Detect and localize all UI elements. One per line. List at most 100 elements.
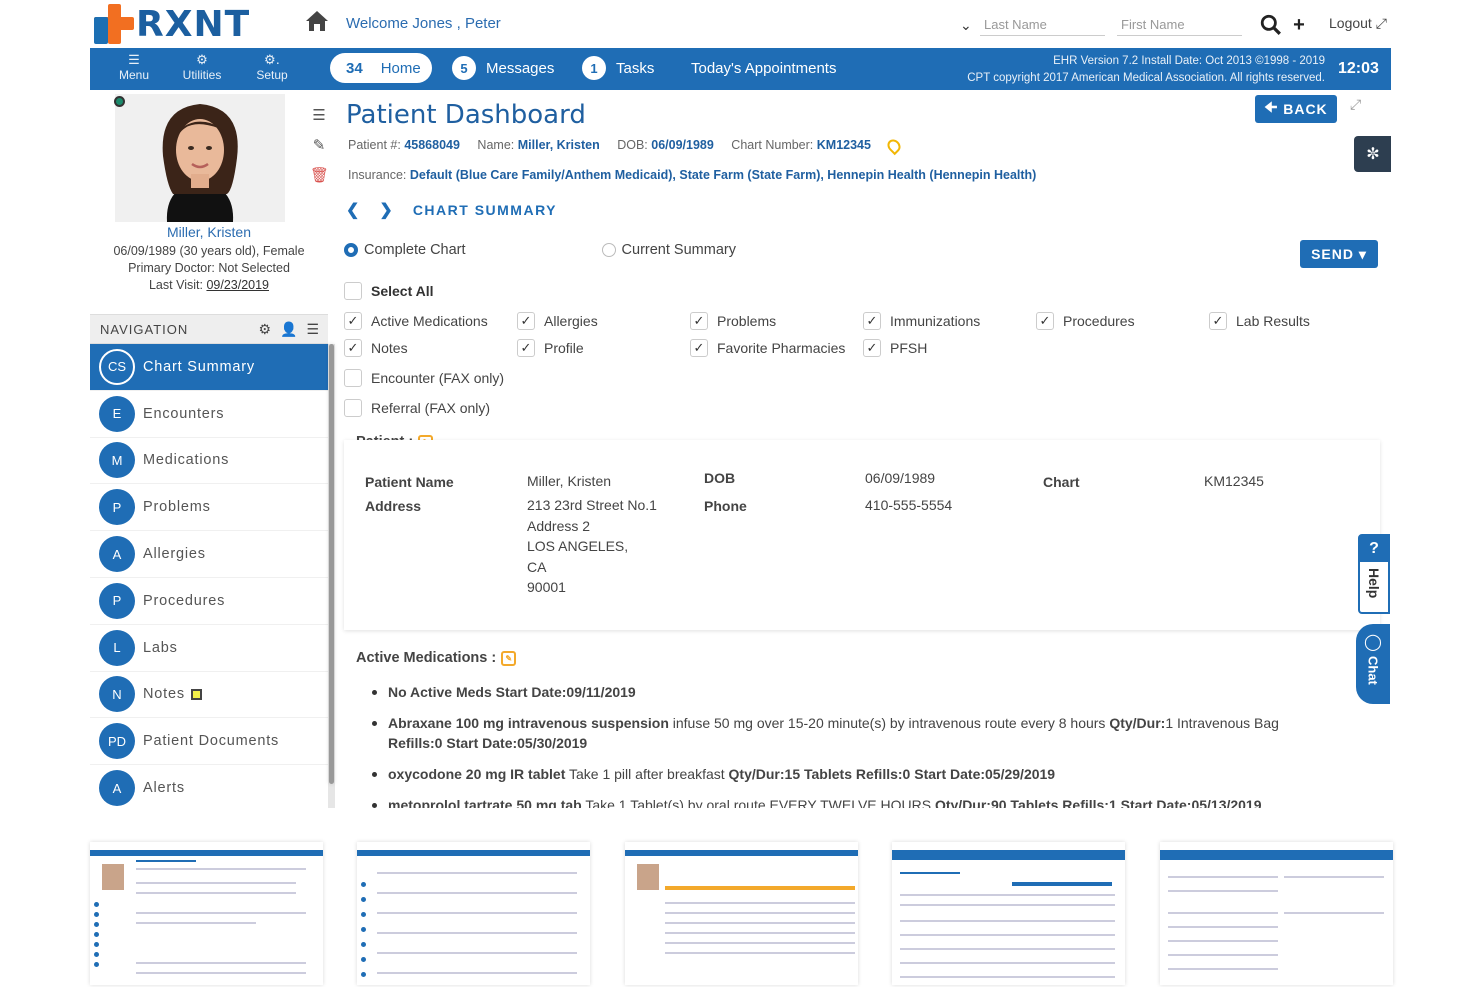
checkbox-checked[interactable]: ✓ [690, 339, 708, 357]
nav-item-labs[interactable]: L Labs [90, 624, 328, 672]
checkbox-checked[interactable]: ✓ [344, 312, 362, 330]
back-button[interactable]: 🠈 BACK [1255, 95, 1337, 123]
thumbnail-messages[interactable] [357, 842, 590, 985]
dob-value: 06/09/1989 [865, 470, 936, 486]
check-label: Notes [371, 340, 408, 356]
check-problems[interactable]: ✓ Problems [690, 312, 776, 330]
list-icon[interactable]: ☰ [306, 321, 319, 338]
chart-mode-radio: Complete Chart Current Summary [344, 242, 736, 258]
checkbox-checked[interactable]: ✓ [863, 312, 881, 330]
checkbox-checked[interactable]: ✓ [517, 339, 535, 357]
utilities-button[interactable]: ⚙ Utilities [172, 52, 232, 82]
check-pfsh[interactable]: ✓ PFSH [863, 339, 927, 357]
home-icon[interactable] [304, 8, 330, 34]
checkbox[interactable] [344, 399, 362, 417]
thumbnail-medications[interactable] [625, 842, 858, 985]
nav-badge: N [99, 676, 135, 713]
current-summary-label[interactable]: Current Summary [622, 242, 736, 258]
nav-item-alerts[interactable]: A Alerts [90, 765, 328, 808]
address-line: 90001 [527, 579, 566, 595]
nav-item-procedures[interactable]: P Procedures [90, 577, 328, 625]
nav-item-allergies[interactable]: A Allergies [90, 531, 328, 578]
location-pin-icon[interactable] [885, 136, 904, 155]
nav-item-encounters[interactable]: E Encounters [90, 390, 328, 438]
medication-item: oxycodone 20 mg IR tablet Take 1 pill af… [372, 764, 1340, 784]
checkbox[interactable] [344, 282, 362, 300]
check-procedures[interactable]: ✓ Procedures [1036, 312, 1135, 330]
help-tab[interactable]: ? Help [1358, 534, 1390, 614]
last-visit-link[interactable]: 09/23/2019 [206, 278, 269, 292]
send-button[interactable]: SEND ▾ [1300, 240, 1378, 268]
logout-arrow-icon: ⤢ [1375, 15, 1387, 31]
logout-link[interactable]: Logout ⤢ [1329, 15, 1387, 32]
home-tab[interactable]: 34 Home [330, 53, 432, 83]
check-active-medications[interactable]: ✓ Active Medications [344, 312, 488, 330]
checkbox-checked[interactable]: ✓ [1036, 312, 1054, 330]
address-value: 213 23rd Street No.1 Address 2 LOS ANGEL… [527, 495, 657, 598]
check-favorite-pharmacies[interactable]: ✓ Favorite Pharmacies [690, 339, 845, 357]
todays-appointments-tab[interactable]: Today's Appointments [691, 53, 836, 83]
check-allergies[interactable]: ✓ Allergies [517, 312, 598, 330]
first-name-input[interactable] [1117, 14, 1242, 36]
med-qty: 1 Intravenous Bag [1165, 715, 1279, 731]
checkbox-checked[interactable]: ✓ [1209, 312, 1227, 330]
nav-item-medications[interactable]: M Medications [90, 437, 328, 485]
nav-item-problems[interactable]: P Problems [90, 484, 328, 532]
nav-badge: P [99, 489, 135, 526]
thumbnail-patient-portal[interactable] [1160, 842, 1393, 985]
tasks-tab[interactable]: 1 Tasks [582, 53, 654, 83]
phone-value: 410-555-5554 [865, 497, 953, 513]
expand-icon[interactable]: ⤢ [1350, 96, 1361, 113]
med-name: oxycodone 20 mg IR tablet [388, 766, 566, 782]
patient-photo [115, 94, 285, 222]
select-all-checkbox[interactable]: Select All [344, 282, 434, 300]
complete-chart-radio[interactable] [344, 243, 358, 257]
nav-label: Alerts [143, 780, 185, 797]
checkbox-checked[interactable]: ✓ [344, 339, 362, 357]
med-sig: Take 1 pill after breakfast [565, 766, 729, 782]
messages-tab[interactable]: 5 Messages [452, 53, 554, 83]
gear-icon[interactable]: ⚙ [258, 321, 271, 338]
nav-item-notes[interactable]: N Notes [90, 671, 328, 719]
current-summary-radio[interactable] [601, 243, 616, 257]
check-label: Referral (FAX only) [371, 400, 491, 416]
edit-icon[interactable]: ✎ [501, 650, 517, 666]
checkbox-checked[interactable]: ✓ [863, 339, 881, 357]
chevron-right-icon[interactable]: ❯ [379, 200, 392, 220]
edit-icon[interactable]: ✎ [310, 136, 328, 166]
patient-name[interactable]: Miller, Kristen [90, 224, 328, 240]
thumbnail-chart-summary[interactable] [90, 842, 323, 985]
last-name-input[interactable] [980, 14, 1105, 36]
checkbox-checked[interactable]: ✓ [517, 312, 535, 330]
setup-button[interactable]: ⚙․ Setup [242, 52, 302, 82]
complete-chart-label[interactable]: Complete Chart [364, 242, 466, 258]
check-encounter[interactable]: Encounter (FAX only) [344, 369, 504, 387]
chevron-left-icon[interactable]: ❮ [346, 200, 359, 220]
nav-scrollbar[interactable] [328, 344, 335, 808]
checkbox-checked[interactable]: ✓ [690, 312, 708, 330]
search-icon[interactable] [1260, 14, 1282, 36]
menu-button[interactable]: ☰ Menu [104, 52, 164, 82]
chat-label: Chat [1365, 656, 1381, 685]
left-panel: ☰ ✎ 🗑 Miller, Kristen 06/09/1989 (30 yea… [90, 90, 335, 808]
check-profile[interactable]: ✓ Profile [517, 339, 584, 357]
check-notes[interactable]: ✓ Notes [344, 339, 408, 357]
chat-tab[interactable]: ◯ Chat [1356, 624, 1390, 704]
chevron-down-icon[interactable]: ⌄ [960, 17, 980, 34]
checkbox[interactable] [344, 369, 362, 387]
rxnt-logo[interactable]: RXNT [94, 2, 250, 46]
check-immunizations[interactable]: ✓ Immunizations [863, 312, 980, 330]
user-icon[interactable]: 👤 [280, 321, 297, 338]
stethoscope-button[interactable]: ✼ [1354, 136, 1391, 172]
add-patient-icon[interactable]: + [1288, 14, 1310, 36]
nav-label: Medications [143, 452, 230, 469]
nav-item-chart-summary[interactable]: CS Chart Summary [90, 344, 328, 391]
scroll-thumb[interactable] [329, 344, 334, 784]
trash-icon[interactable]: 🗑 [310, 166, 329, 196]
list-icon[interactable]: ☰ [310, 106, 328, 136]
check-referral[interactable]: Referral (FAX only) [344, 399, 490, 417]
thumbnail-appointments[interactable] [892, 842, 1125, 985]
nav-item-patient-documents[interactable]: PD Patient Documents [90, 718, 328, 766]
nav-label: Patient Documents [143, 733, 280, 750]
check-lab-results[interactable]: ✓ Lab Results [1209, 312, 1310, 330]
